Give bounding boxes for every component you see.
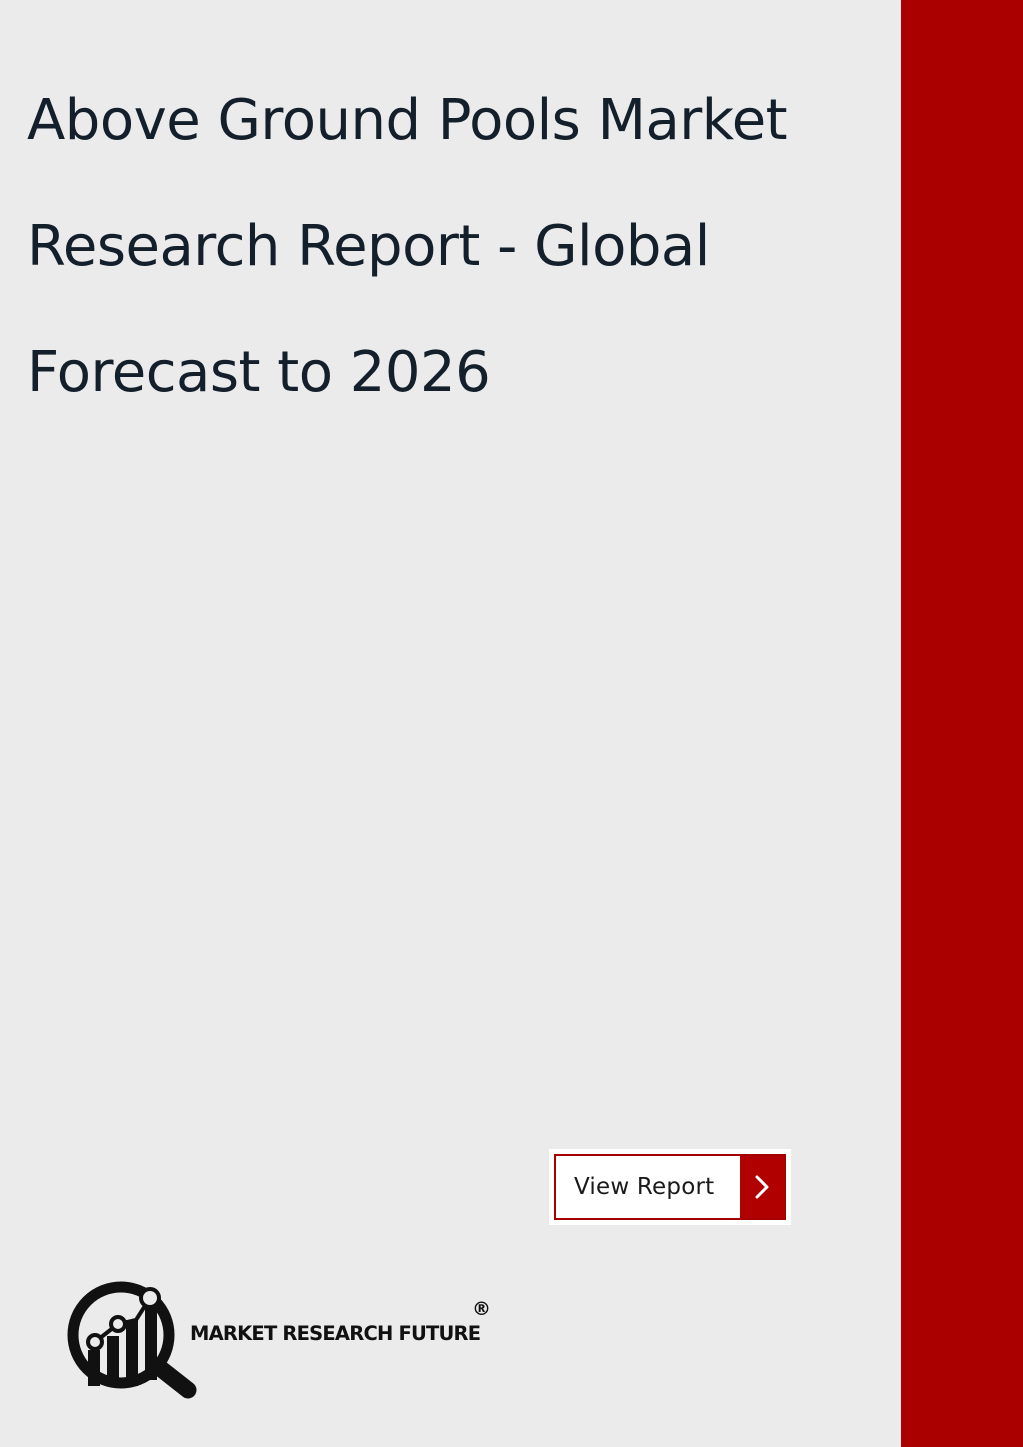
red-side-band [901,0,1023,1447]
magnifier-chart-icon [67,1281,197,1399]
report-title: Above Ground Pools Market Research Repor… [27,84,887,462]
report-title-line-2: Research Report - Global [27,214,710,279]
brand-name: MARKET RESEARCH FUTURE [190,1322,481,1345]
report-title-line-1: Above Ground Pools Market [27,88,788,153]
view-report-button-frame: View Report [554,1154,786,1220]
brand-logo: MARKET RESEARCH FUTURE ® [66,1280,506,1400]
registered-mark: ® [472,1298,491,1320]
view-report-label: View Report [574,1174,715,1200]
chevron-right-icon [740,1156,784,1218]
report-cover-page: Above Ground Pools Market Research Repor… [0,0,1023,1447]
report-title-line-3: Forecast to 2026 [27,340,491,405]
view-report-button[interactable]: View Report [549,1149,791,1225]
